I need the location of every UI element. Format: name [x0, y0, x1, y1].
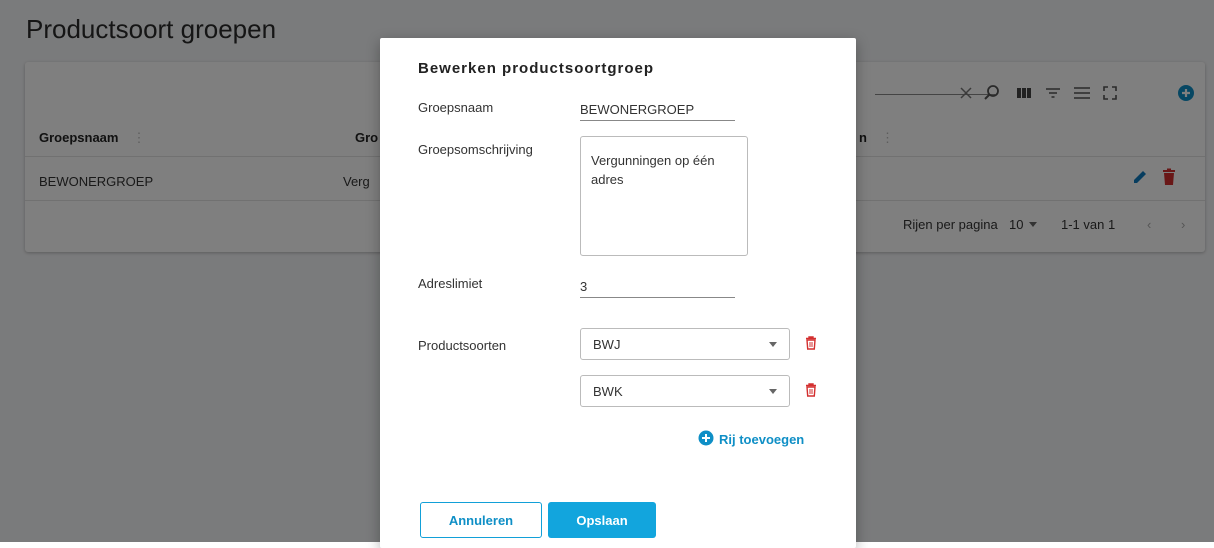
select-value: BWK: [593, 384, 623, 399]
trash-icon[interactable]: [805, 336, 817, 355]
productsoorten-label: Productsoorten: [418, 338, 507, 353]
groepsnaam-label: Groepsnaam: [418, 100, 494, 115]
cancel-button[interactable]: Annuleren: [420, 502, 542, 538]
add-row-button[interactable]: Rij toevoegen: [698, 430, 804, 449]
adreslimiet-label: Adreslimiet: [418, 276, 483, 291]
chevron-down-icon: [769, 389, 777, 394]
add-row-label: Rij toevoegen: [719, 432, 805, 447]
adreslimiet-input[interactable]: [580, 275, 735, 298]
select-value: BWJ: [593, 337, 621, 352]
dialog-title: Bewerken productsoortgroep: [418, 60, 655, 77]
omschrijving-label: Groepsomschrijving: [418, 142, 533, 157]
omschrijving-textarea[interactable]: Vergunningen op één adres: [580, 136, 748, 256]
trash-icon[interactable]: [805, 383, 817, 402]
edit-dialog: Bewerken productsoortgroep Groepsnaam Gr…: [380, 38, 856, 548]
groepsnaam-input[interactable]: [580, 98, 735, 121]
add-circle-icon: [698, 430, 714, 449]
productsoort-select[interactable]: BWJ: [580, 328, 790, 360]
save-button[interactable]: Opslaan: [548, 502, 656, 538]
productsoort-select[interactable]: BWK: [580, 375, 790, 407]
chevron-down-icon: [769, 342, 777, 347]
